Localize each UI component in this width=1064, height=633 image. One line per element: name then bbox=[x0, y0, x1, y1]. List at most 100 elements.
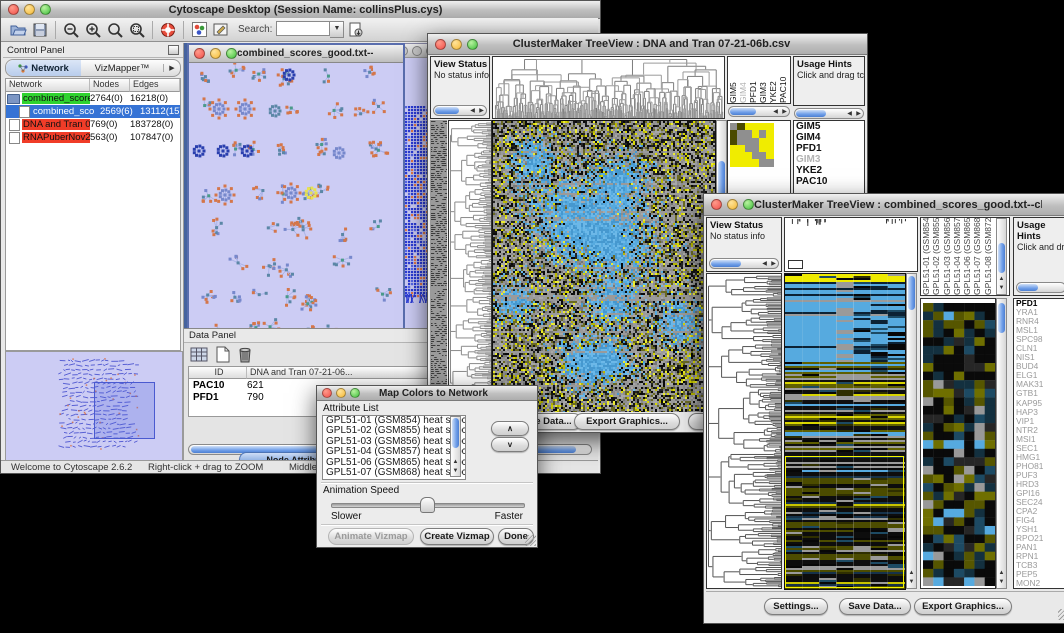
tv2-zoom-vscrollbar[interactable]: ▲▼ bbox=[996, 298, 1007, 589]
column-label: GIM4 bbox=[738, 57, 748, 103]
column-label: PFD1 bbox=[748, 57, 758, 103]
move-up-button[interactable]: ∧ bbox=[491, 421, 529, 436]
close-button[interactable] bbox=[8, 4, 19, 15]
tv2-gene-list[interactable]: PFD1YRA1RNR4MSL1SPC98CLN1NIS1BUD4ELG1MAK… bbox=[1013, 298, 1064, 589]
network-canvas[interactable] bbox=[189, 63, 399, 367]
zoom-cell bbox=[745, 145, 752, 152]
network-list-row[interactable]: combined_sco2569(6)13112(15) bbox=[6, 105, 180, 118]
tv2-zoom-panel[interactable] bbox=[920, 298, 996, 589]
network-view-titlebar[interactable]: combined_scores_good.txt--cluste... bbox=[189, 45, 403, 63]
tv1-row-label-strip[interactable] bbox=[430, 120, 447, 410]
attribute-list-item[interactable]: GPL51-07 (GSM868) heat shock 60 min bbox=[323, 468, 465, 478]
tv1-zoom-heatmap[interactable] bbox=[730, 123, 774, 167]
minimize-button[interactable] bbox=[24, 4, 35, 15]
dialog-titlebar[interactable]: Map Colors to Network bbox=[317, 386, 537, 401]
search-dropdown-arrow[interactable]: ▼ bbox=[330, 21, 344, 38]
network-table-header[interactable]: Network Nodes Edges bbox=[6, 79, 180, 92]
float-panel-icon[interactable] bbox=[168, 45, 179, 55]
tv1-viewstatus-scrollbar[interactable]: ◀▶ bbox=[433, 105, 487, 116]
create-vizmap-button[interactable]: Create Vizmap bbox=[420, 528, 494, 545]
tv1-collabels-scrollbar[interactable]: ◀▶ bbox=[728, 106, 790, 117]
zoom-selected-icon[interactable] bbox=[104, 20, 126, 39]
zoom-in-icon[interactable] bbox=[82, 20, 104, 39]
network-view-window[interactable]: combined_scores_good.txt--cluste... bbox=[187, 43, 405, 373]
edge-count: 107847(0) bbox=[130, 132, 180, 143]
treeview2-titlebar[interactable]: ClusterMaker TreeView : combined_scores_… bbox=[704, 194, 1064, 216]
network-list-row[interactable]: RNAPuberNov2+563(0)107847(0) bbox=[6, 131, 180, 144]
minimize-button[interactable] bbox=[451, 39, 462, 50]
tv2-row-dendrogram[interactable] bbox=[706, 273, 782, 589]
node-count: 769(0) bbox=[90, 119, 130, 130]
tab-network[interactable]: Network bbox=[6, 60, 81, 76]
column-label: GIM3 bbox=[758, 57, 768, 103]
minimize-button[interactable] bbox=[727, 199, 738, 210]
annotation-icon[interactable] bbox=[210, 20, 232, 39]
vizmapper-icon[interactable] bbox=[188, 20, 210, 39]
help-lifesaver-icon[interactable] bbox=[157, 20, 179, 39]
divider bbox=[321, 524, 533, 526]
tv1-heatmap[interactable] bbox=[492, 120, 716, 414]
network-name: RNAPuberNov2+ bbox=[22, 132, 90, 143]
tv1-row-dendrogram[interactable] bbox=[448, 120, 492, 412]
export-graphics-button[interactable]: Export Graphics... bbox=[574, 413, 680, 430]
resize-grip[interactable] bbox=[525, 535, 536, 546]
zoom-button[interactable] bbox=[350, 388, 360, 398]
edge-count: 13112(15) bbox=[140, 106, 180, 117]
tv2-viewstatus-scrollbar[interactable]: ◀▶ bbox=[709, 258, 779, 269]
tv2-button-bar: Settings... Save Data... Export Graphics… bbox=[706, 591, 1064, 621]
trash-icon[interactable] bbox=[237, 346, 253, 368]
close-button[interactable] bbox=[194, 48, 205, 59]
resize-grip[interactable] bbox=[1058, 609, 1064, 620]
import-network-icon[interactable] bbox=[344, 20, 366, 39]
column-label: GPL51-01 (GSM854) bbox=[921, 218, 931, 295]
faster-label: Faster bbox=[495, 511, 523, 522]
tabs-overflow-button[interactable]: ▶ bbox=[163, 64, 180, 72]
save-icon[interactable] bbox=[29, 20, 51, 39]
table-icon[interactable] bbox=[190, 346, 209, 368]
tv2-column-dendrogram[interactable] bbox=[784, 217, 918, 272]
network-list-row[interactable]: combined_scores2764(0)16218(0) bbox=[6, 92, 180, 105]
zoom-button[interactable] bbox=[40, 4, 51, 15]
search-input[interactable]: ▼ bbox=[276, 21, 344, 38]
zoom-out-icon[interactable] bbox=[60, 20, 82, 39]
zoom-fit-icon[interactable] bbox=[126, 20, 148, 39]
tv2-heatmap-vscrollbar[interactable]: ▲▼ bbox=[906, 273, 917, 589]
minimize-button[interactable] bbox=[412, 46, 422, 56]
tv1-column-dendrogram[interactable] bbox=[492, 56, 725, 119]
node-count: 2569(6) bbox=[100, 106, 140, 117]
tab-vizmapper[interactable]: VizMapper™ bbox=[81, 63, 163, 74]
edge-count: 16218(0) bbox=[130, 93, 180, 104]
attribute-list[interactable]: GPL51-01 (GSM854) heat shock 05 minGPL51… bbox=[322, 415, 466, 480]
new-document-icon[interactable] bbox=[215, 346, 231, 368]
network-overview-panel[interactable] bbox=[5, 351, 183, 461]
minimize-button[interactable] bbox=[210, 48, 221, 59]
close-button[interactable] bbox=[711, 199, 722, 210]
tv1-usagehints-scrollbar[interactable]: ◀▶ bbox=[794, 108, 864, 119]
zoom-cell bbox=[730, 152, 737, 159]
column-label: GPL51-03 (GSM856) bbox=[942, 218, 952, 295]
zoom-cell bbox=[730, 130, 737, 137]
tv2-usagehints-scrollbar[interactable] bbox=[1016, 282, 1064, 293]
main-titlebar[interactable]: Cytoscape Desktop (Session Name: collins… bbox=[1, 1, 600, 19]
zoom-cell bbox=[766, 145, 773, 152]
zoom-button[interactable] bbox=[743, 199, 754, 210]
treeview1-titlebar[interactable]: ClusterMaker TreeView : DNA and Tran 07-… bbox=[428, 34, 867, 55]
tv2-heatmap-selection[interactable] bbox=[785, 456, 904, 588]
control-panel-tabs: Network VizMapper™ ▶ bbox=[5, 59, 181, 77]
zoom-button[interactable] bbox=[467, 39, 478, 50]
attribute-list-scrollbar[interactable]: ▲▼ bbox=[450, 416, 461, 477]
animate-vizmap-button[interactable]: Animate Vizmap bbox=[328, 528, 414, 545]
speed-slider-thumb[interactable] bbox=[420, 497, 435, 513]
settings-button[interactable]: Settings... bbox=[764, 598, 828, 615]
save-data-button[interactable]: Save Data... bbox=[839, 598, 911, 615]
network-list-row[interactable]: DNA and Tran 07769(0)183728(0) bbox=[6, 118, 180, 131]
open-folder-icon[interactable] bbox=[7, 20, 29, 39]
close-button[interactable] bbox=[322, 388, 332, 398]
tv2-collabels-vscrollbar[interactable]: ▲▼ bbox=[996, 218, 1007, 295]
minimize-button[interactable] bbox=[336, 388, 346, 398]
export-graphics-button[interactable]: Export Graphics... bbox=[914, 598, 1012, 615]
zoom-button[interactable] bbox=[226, 48, 237, 59]
move-down-button[interactable]: v bbox=[491, 437, 529, 452]
close-button[interactable] bbox=[435, 39, 446, 50]
tv1-column-labels[interactable]: GIM5GIM4PFD1GIM3YKE2PAC10 bbox=[727, 56, 791, 104]
